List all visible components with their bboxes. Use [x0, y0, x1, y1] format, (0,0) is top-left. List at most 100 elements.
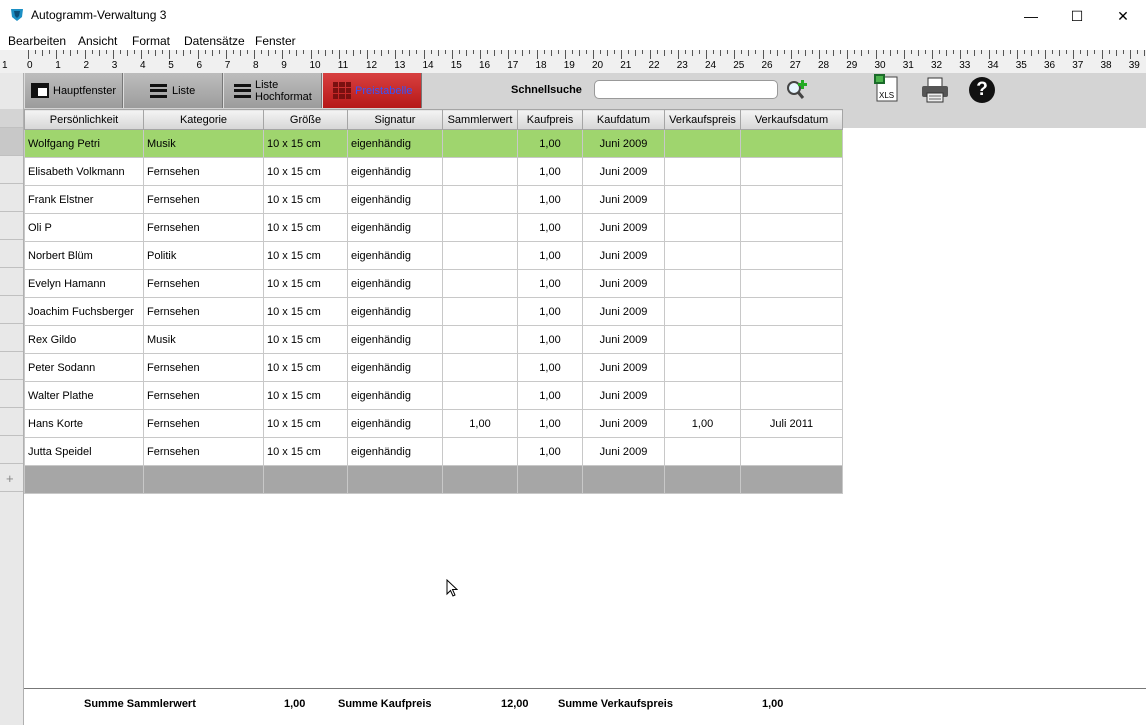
table-row[interactable]: Peter Sodann Fernsehen 10 x 15 cm eigenhänd… — [24, 353, 843, 382]
preistabelle-button[interactable]: Preistabelle — [322, 73, 422, 108]
row-header[interactable] — [0, 212, 23, 240]
table-row[interactable]: Joachim Fuchsberger Fernsehen 10 x 15 cm ei… — [24, 297, 843, 326]
new-row-cell[interactable] — [263, 465, 348, 494]
cell-persoenlichkeit[interactable]: Elisabeth Volkmann — [24, 157, 144, 186]
cell-persoenlichkeit[interactable]: Peter Sodann — [24, 353, 144, 382]
cell-sammlerwert[interactable] — [442, 381, 518, 410]
cell-kaufpreis[interactable]: 1,00 — [517, 381, 583, 410]
cell-kaufpreis[interactable]: 1,00 — [517, 157, 583, 186]
row-header[interactable] — [0, 156, 23, 184]
cell-kaufdatum[interactable]: Juni 2009 — [582, 325, 665, 354]
hauptfenster-button[interactable]: Hauptfenster — [24, 73, 123, 108]
cell-verkaufspreis[interactable] — [664, 353, 741, 382]
cell-persoenlichkeit[interactable]: Hans Korte — [24, 409, 144, 438]
table-row[interactable]: Evelyn Hamann Fernsehen 10 x 15 cm eigenhän… — [24, 269, 843, 298]
cell-verkaufspreis[interactable] — [664, 213, 741, 242]
cell-verkaufsdatum[interactable] — [740, 213, 843, 242]
cell-sammlerwert[interactable] — [442, 297, 518, 326]
cell-sammlerwert[interactable] — [442, 185, 518, 214]
cell-sammlerwert[interactable] — [442, 269, 518, 298]
new-row-cell[interactable] — [24, 465, 144, 494]
row-header[interactable] — [0, 128, 23, 156]
cell-groesse[interactable]: 10 x 15 cm — [263, 381, 348, 410]
cell-persoenlichkeit[interactable]: Jutta Speidel — [24, 437, 144, 466]
cell-sammlerwert[interactable] — [442, 241, 518, 270]
col-header-sammlerwert[interactable]: Sammlerwert — [442, 109, 518, 130]
cell-sammlerwert[interactable] — [442, 325, 518, 354]
table-row[interactable]: Hans Korte Fernsehen 10 x 15 cm eigenhändig… — [24, 409, 843, 438]
menu-fenster[interactable]: Fenster — [255, 34, 296, 48]
cell-verkaufspreis[interactable] — [664, 297, 741, 326]
table-row[interactable]: Elisabeth Volkmann Fernsehen 10 x 15 cm eig… — [24, 157, 843, 186]
cell-kaufdatum[interactable]: Juni 2009 — [582, 241, 665, 270]
new-row-cell[interactable] — [143, 465, 264, 494]
cell-signatur[interactable]: eigenhändig — [347, 437, 443, 466]
menu-datensaetze[interactable]: Datensätze — [184, 34, 245, 48]
cell-persoenlichkeit[interactable]: Oli P — [24, 213, 144, 242]
cell-verkaufsdatum[interactable] — [740, 241, 843, 270]
cell-sammlerwert[interactable]: 1,00 — [442, 409, 518, 438]
cell-verkaufspreis[interactable] — [664, 269, 741, 298]
cell-kategorie[interactable]: Fernsehen — [143, 269, 264, 298]
new-row-cell[interactable] — [347, 465, 443, 494]
maximize-button[interactable]: ☐ — [1054, 0, 1100, 32]
col-header-verkaufspreis[interactable]: Verkaufspreis — [664, 109, 741, 130]
cell-verkaufsdatum[interactable] — [740, 129, 843, 158]
col-header-groesse[interactable]: Größe — [263, 109, 348, 130]
cell-verkaufsdatum[interactable] — [740, 157, 843, 186]
minimize-button[interactable]: — — [1008, 0, 1054, 32]
cell-sammlerwert[interactable] — [442, 437, 518, 466]
cell-sammlerwert[interactable] — [442, 353, 518, 382]
menu-ansicht[interactable]: Ansicht — [78, 34, 117, 48]
cell-signatur[interactable]: eigenhändig — [347, 381, 443, 410]
row-header[interactable] — [0, 408, 23, 436]
cell-kaufpreis[interactable]: 1,00 — [517, 213, 583, 242]
new-row[interactable] — [24, 465, 843, 494]
cell-verkaufsdatum[interactable] — [740, 325, 843, 354]
col-header-kaufpreis[interactable]: Kaufpreis — [517, 109, 583, 130]
cell-kaufdatum[interactable]: Juni 2009 — [582, 269, 665, 298]
cell-kaufdatum[interactable]: Juni 2009 — [582, 381, 665, 410]
cell-kaufdatum[interactable]: Juni 2009 — [582, 437, 665, 466]
cell-groesse[interactable]: 10 x 15 cm — [263, 437, 348, 466]
cell-verkaufspreis[interactable] — [664, 157, 741, 186]
menu-bearbeiten[interactable]: Bearbeiten — [8, 34, 66, 48]
cell-kategorie[interactable]: Fernsehen — [143, 297, 264, 326]
liste-button[interactable]: Liste — [123, 73, 223, 108]
close-button[interactable]: ✕ — [1100, 0, 1146, 32]
row-header[interactable] — [0, 184, 23, 212]
cell-verkaufsdatum[interactable]: Juli 2011 — [740, 409, 843, 438]
cell-kaufpreis[interactable]: 1,00 — [517, 241, 583, 270]
schnellsuche-input[interactable] — [594, 80, 778, 99]
cell-kaufpreis[interactable]: 1,00 — [517, 325, 583, 354]
cell-groesse[interactable]: 10 x 15 cm — [263, 241, 348, 270]
col-header-signatur[interactable]: Signatur — [347, 109, 443, 130]
cell-kategorie[interactable]: Fernsehen — [143, 353, 264, 382]
liste-hochformat-button[interactable]: Liste Hochformat — [223, 73, 322, 108]
cell-signatur[interactable]: eigenhändig — [347, 325, 443, 354]
cell-kaufpreis[interactable]: 1,00 — [517, 185, 583, 214]
cell-sammlerwert[interactable] — [442, 129, 518, 158]
cell-kaufpreis[interactable]: 1,00 — [517, 409, 583, 438]
row-header[interactable] — [0, 324, 23, 352]
col-header-persoenlichkeit[interactable]: Persönlichkeit — [24, 109, 144, 130]
cell-groesse[interactable]: 10 x 15 cm — [263, 213, 348, 242]
table-row[interactable]: Frank Elstner Fernsehen 10 x 15 cm eigenhän… — [24, 185, 843, 214]
help-icon[interactable]: ? — [969, 77, 995, 103]
cell-sammlerwert[interactable] — [442, 157, 518, 186]
cell-kaufpreis[interactable]: 1,00 — [517, 437, 583, 466]
cell-kategorie[interactable]: Fernsehen — [143, 157, 264, 186]
cell-signatur[interactable]: eigenhändig — [347, 353, 443, 382]
table-row[interactable]: Oli P Fernsehen 10 x 15 cm eigenhändig 1,00 J… — [24, 213, 843, 242]
row-header[interactable] — [0, 436, 23, 464]
row-header[interactable] — [0, 296, 23, 324]
col-header-verkaufsdatum[interactable]: Verkaufsdatum — [740, 109, 843, 130]
cell-persoenlichkeit[interactable]: Evelyn Hamann — [24, 269, 144, 298]
cell-persoenlichkeit[interactable]: Rex Gildo — [24, 325, 144, 354]
cell-groesse[interactable]: 10 x 15 cm — [263, 409, 348, 438]
cell-verkaufsdatum[interactable] — [740, 353, 843, 382]
cell-signatur[interactable]: eigenhändig — [347, 297, 443, 326]
new-row-cell[interactable] — [442, 465, 518, 494]
table-row[interactable]: Norbert Blüm Politik 10 x 15 cm eigenhändig… — [24, 241, 843, 270]
cell-verkaufspreis[interactable] — [664, 185, 741, 214]
